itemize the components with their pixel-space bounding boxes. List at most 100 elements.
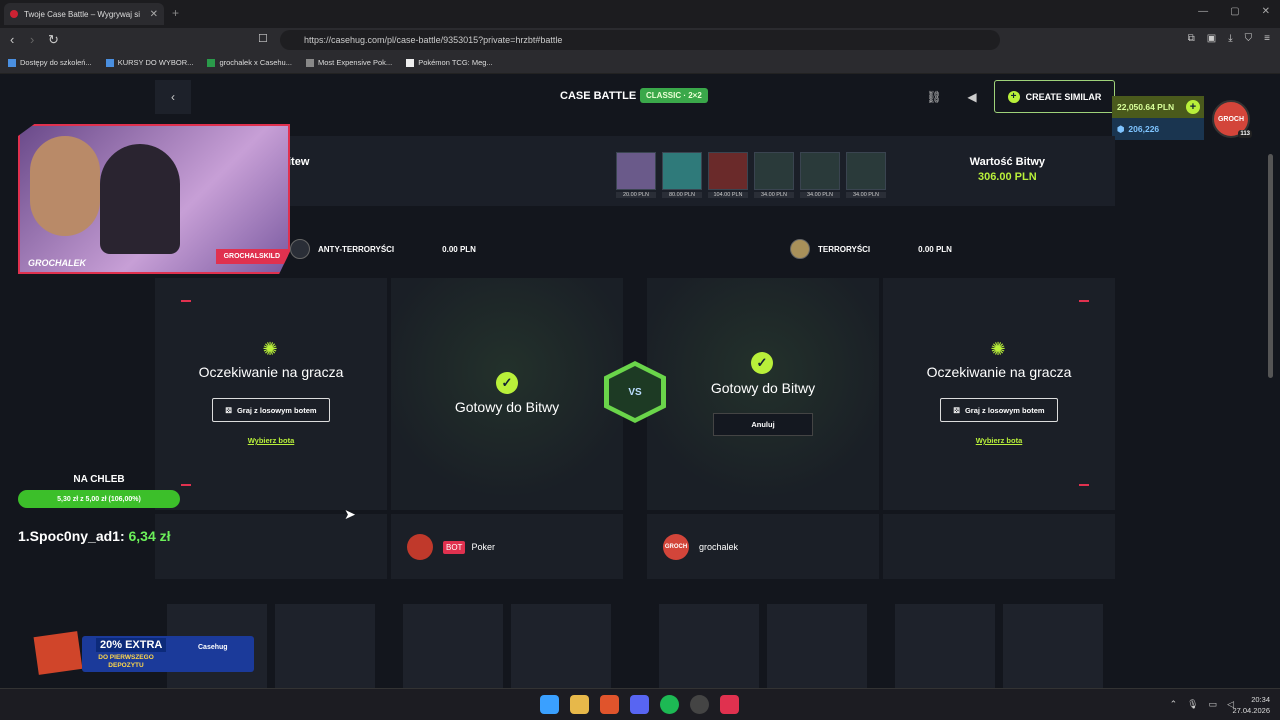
player-slot-3: ✓ Gotowy do Bitwy Anuluj: [647, 278, 879, 510]
folder-icon[interactable]: [570, 695, 589, 714]
bookmark-icon[interactable]: ☐: [258, 32, 268, 45]
menu-icon[interactable]: ≡: [1264, 33, 1270, 44]
spotify-icon[interactable]: [660, 695, 679, 714]
page-content: ‹ CASE BATTLE CLASSIC · 2×2 ⛓ ◀ + CREATE…: [0, 74, 1280, 688]
loading-spinner-icon: ✺: [990, 339, 1006, 359]
donor-amount: 6,34 zł: [128, 528, 171, 544]
minimize-icon[interactable]: —: [1198, 6, 1208, 17]
discord-icon[interactable]: [630, 695, 649, 714]
cancel-button[interactable]: Anuluj: [713, 413, 813, 436]
window-controls: — ▢ ✕: [1198, 6, 1270, 17]
bookmark-item[interactable]: Dostępy do szkoleń...: [8, 58, 92, 67]
maximize-icon[interactable]: ▢: [1230, 6, 1239, 17]
balance-pln: 22,050.64 PLN +: [1112, 96, 1204, 118]
extensions-icon[interactable]: ⧉: [1188, 33, 1195, 44]
bot-name: Poker: [471, 542, 495, 552]
case-item[interactable]: 104.00 PLN: [708, 152, 748, 200]
site-favicon-icon: [10, 10, 18, 18]
clock[interactable]: 20:34 27.04.2026: [1232, 694, 1270, 716]
browser-toolbar-icons: ⧉ ▣ ⤓ ⛉ ≡: [1188, 33, 1270, 44]
player-slot-2: ✓ Gotowy do Bitwy: [391, 278, 623, 510]
pick-bot-link[interactable]: Wybierz bota: [883, 436, 1115, 445]
case-price: 34.00 PLN: [800, 192, 840, 198]
deposit-plus-icon[interactable]: +: [1186, 100, 1200, 114]
address-bar-row: ‹ › ↻ ☐ https://casehug.com/pl/case-batt…: [0, 28, 1280, 52]
system-tray: ⌃ 🎙 ▭ ◁: [1170, 699, 1234, 710]
bookmark-item[interactable]: grochalek x Casehu...: [207, 58, 292, 67]
player-row-user: GROCH grochalek: [647, 514, 879, 579]
case-item[interactable]: 80.00 PLN: [662, 152, 702, 200]
balance-coins: ⬢ 206,226: [1112, 118, 1204, 140]
goal-title: NA CHLEB: [73, 474, 125, 485]
player-row-bot: BOT Poker: [391, 514, 623, 579]
coin-icon: ⬢: [1117, 123, 1125, 134]
item-grid: [647, 604, 879, 688]
back-icon[interactable]: ‹: [10, 32, 14, 47]
start-icon[interactable]: [540, 695, 559, 714]
loading-spinner-icon: ✺: [262, 339, 278, 359]
ready-text: Gotowy do Bitwy: [454, 399, 560, 415]
webcam-overlay: GROCHALEK GROCHALSKILD: [18, 124, 290, 274]
obs-icon[interactable]: [690, 695, 709, 714]
cam-logo: GROCHALEK: [28, 258, 86, 268]
slot-dash: [181, 300, 191, 302]
bookmark-item[interactable]: KURSY DO WYBOR...: [105, 58, 193, 67]
pick-bot-link[interactable]: Wybierz bota: [155, 436, 387, 445]
bookmark-item[interactable]: Pokémon TCG: Meg...: [406, 58, 493, 67]
bot-tag: BOT: [443, 540, 466, 554]
check-icon: ✓: [496, 372, 518, 394]
user-level: 113: [1238, 130, 1252, 138]
case-item[interactable]: 34.00 PLN: [754, 152, 794, 200]
bookmark-item[interactable]: Most Expensive Pok...: [305, 58, 392, 67]
close-window-icon[interactable]: ✕: [1262, 6, 1270, 17]
plus-icon: +: [1007, 90, 1020, 103]
promo-big: 20% EXTRA: [96, 638, 167, 652]
random-bot-button[interactable]: ⚄ Graj z losowym botem: [212, 398, 330, 422]
bookmarks-bar: Dostępy do szkoleń... KURSY DO WYBOR... …: [0, 52, 1280, 74]
chevron-up-icon[interactable]: ⌃: [1170, 699, 1178, 710]
case-image: [708, 152, 748, 190]
case-image: [754, 152, 794, 190]
browser-tab-bar: Twoje Case Battle – Wygrywaj si ✕ + — ▢ …: [0, 0, 1280, 28]
tiktok-icon[interactable]: [720, 695, 739, 714]
item-grid: [391, 604, 623, 688]
sidebar-icon[interactable]: ▣: [1207, 33, 1216, 44]
player-slot-4: ✺ Oczekiwanie na gracza ⚄ Graj z losowym …: [883, 278, 1115, 510]
case-item[interactable]: 34.00 PLN: [846, 152, 886, 200]
browser-tab[interactable]: Twoje Case Battle – Wygrywaj si ✕: [4, 3, 164, 25]
balance-panel: 22,050.64 PLN + ⬢ 206,226: [1112, 96, 1204, 142]
player-name: grochalek: [699, 542, 739, 552]
brave-icon[interactable]: [600, 695, 619, 714]
user-avatar[interactable]: GROCH 113: [1212, 100, 1252, 138]
mic-icon[interactable]: 🎙: [1187, 699, 1198, 710]
url-input[interactable]: https://casehug.com/pl/case-battle/93530…: [280, 30, 1000, 50]
bot-avatar: [407, 534, 433, 560]
downloads-icon[interactable]: ⤓: [1228, 33, 1232, 44]
dice-icon: ⚄: [953, 405, 960, 415]
close-tab-icon[interactable]: ✕: [150, 9, 158, 20]
taskbar: ⌃ 🎙 ▭ ◁ 20:34 27.04.2026: [0, 688, 1280, 720]
forward-icon[interactable]: ›: [30, 32, 34, 47]
network-icon[interactable]: ▭: [1209, 699, 1218, 710]
case-item[interactable]: 34.00 PLN: [800, 152, 840, 200]
case-price: 80.00 PLN: [662, 192, 702, 198]
case-item[interactable]: 20.00 PLN: [616, 152, 656, 200]
case-image: [616, 152, 656, 190]
ct-icon: [290, 239, 310, 259]
battle-value: Wartość Bitwy 306.00 PLN: [969, 156, 1045, 183]
random-bot-button[interactable]: ⚄ Graj z losowym botem: [940, 398, 1058, 422]
shield-icon[interactable]: ⛉: [1245, 33, 1253, 44]
case-price: 34.00 PLN: [754, 192, 794, 198]
case-image: [800, 152, 840, 190]
reload-icon[interactable]: ↻: [48, 32, 59, 48]
link-icon[interactable]: ⛓: [917, 80, 951, 114]
mouse-cursor-icon: ➤: [344, 506, 356, 522]
new-tab-button[interactable]: +: [172, 6, 179, 20]
page-title: CASE BATTLE: [560, 90, 637, 102]
back-button[interactable]: ‹: [155, 80, 191, 114]
sound-icon[interactable]: ◀: [955, 80, 989, 114]
scrollbar[interactable]: [1268, 154, 1273, 378]
battle-header: ‹ CASE BATTLE CLASSIC · 2×2 ⛓ ◀ + CREATE…: [155, 80, 1115, 114]
dice-icon: ⚄: [225, 405, 232, 415]
create-similar-button[interactable]: + CREATE SIMILAR: [994, 80, 1115, 113]
